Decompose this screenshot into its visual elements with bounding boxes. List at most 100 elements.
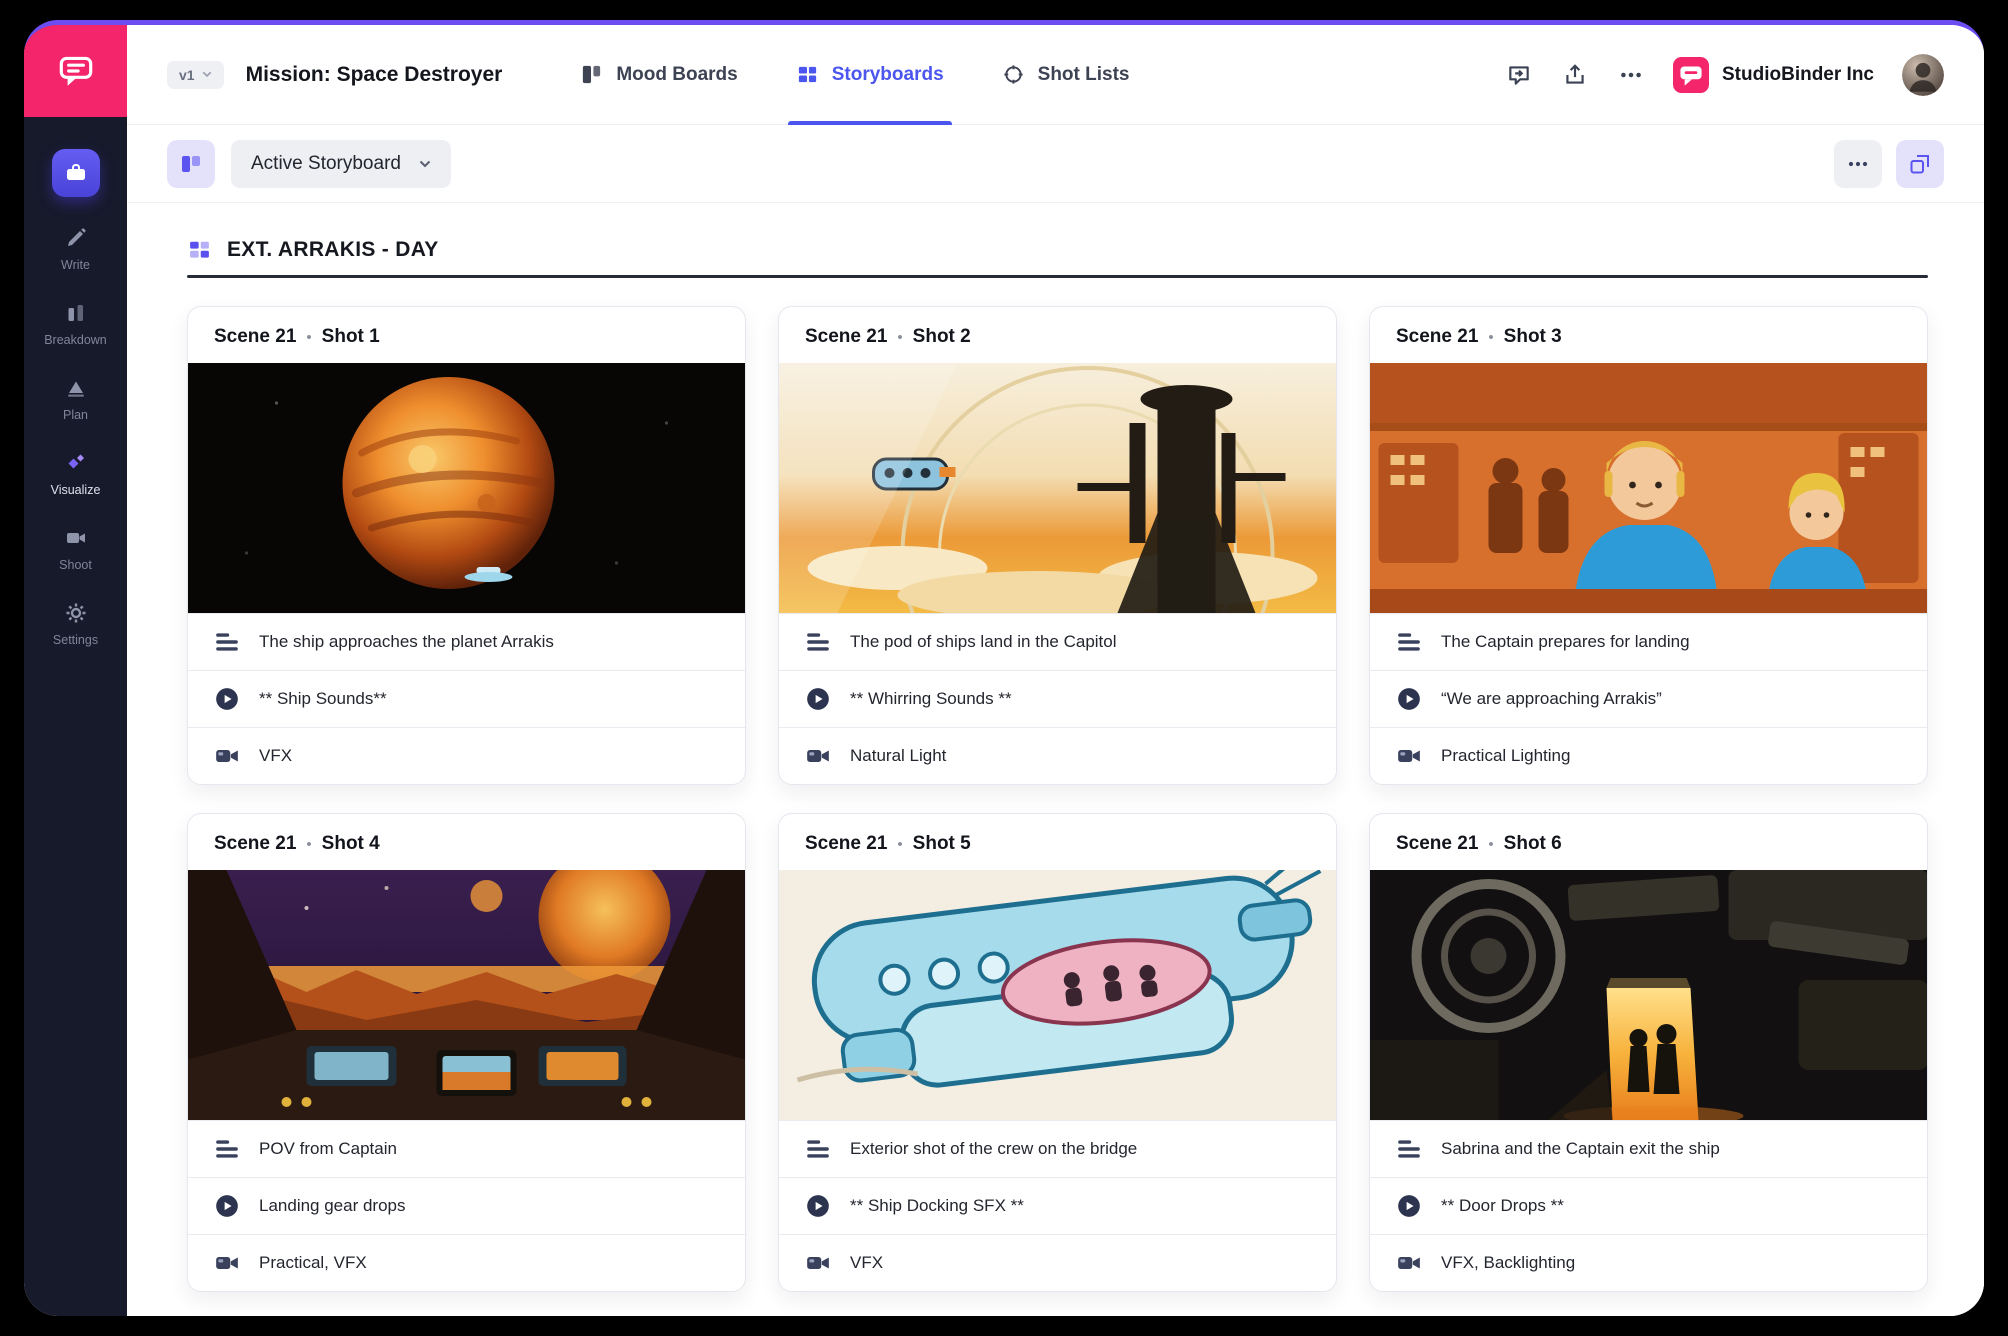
audio-row[interactable]: ** Ship Sounds** [188,670,745,727]
description-row[interactable]: Sabrina and the Captain exit the ship [1370,1120,1927,1177]
storyboard-card[interactable]: Scene 21•Shot 5Exterior shot of the crew… [778,813,1337,1292]
separator-dot: • [897,329,902,346]
storyboard-card[interactable]: Scene 21•Shot 2 The pod of ships land in … [778,306,1337,785]
card-header: Scene 21•Shot 3 [1370,307,1927,363]
storyboard-frame-image [1370,870,1927,1120]
storyboard-card[interactable]: Scene 21•Shot 3 The Captain prepares for … [1369,306,1928,785]
audio-text: ** Ship Docking SFX ** [850,1196,1024,1216]
description-row[interactable]: The ship approaches the planet Arrakis [188,613,745,670]
chevron-down-icon [419,160,431,168]
storyboard-frame-image [779,363,1336,613]
shot-label: Shot 6 [1504,833,1562,855]
shoot-icon [64,526,88,550]
app-window: Write Breakdown Plan Visualize Shoot Settings… [24,20,1984,1316]
card-header: Scene 21•Shot 1 [188,307,745,363]
card-header: Scene 21•Shot 4 [188,814,745,870]
description-text: The Captain prepares for landing [1441,632,1690,652]
play-icon [805,686,831,712]
account[interactable]: StudioBinder Inc [1673,57,1874,93]
avatar-image [1902,54,1944,96]
present-button[interactable] [1896,140,1944,188]
section-title: EXT. ARRAKIS - DAY [227,238,439,262]
audio-row[interactable]: ** Door Drops ** [1370,1177,1927,1234]
view-dropdown-label: Active Storyboard [251,153,401,175]
sidebar-nav: Write Breakdown Plan Visualize Shoot Settings [24,149,127,647]
audio-row[interactable]: Landing gear drops [188,1177,745,1234]
description-row[interactable]: The Captain prepares for landing [1370,613,1927,670]
share-button[interactable] [1561,61,1589,89]
storyboard-frame-image [1370,363,1927,613]
sidebar-item-projects[interactable] [24,149,127,197]
camera-text: Practical, VFX [259,1253,367,1273]
audio-row[interactable]: ** Ship Docking SFX ** [779,1177,1336,1234]
description-text: POV from Captain [259,1139,397,1159]
camera-row[interactable]: VFX [188,727,745,784]
storyboard-card[interactable]: Scene 21•Shot 6Sabrina and the Captain e… [1369,813,1928,1292]
sidebar-item-visualize[interactable]: Visualize [24,451,127,497]
storyboard-view-dropdown[interactable]: Active Storyboard [231,140,451,188]
sidebar-item-plan[interactable]: Plan [24,376,127,422]
version-badge[interactable]: v1 [167,61,224,89]
projects-icon [52,149,100,197]
storyboard-card[interactable]: Scene 21•Shot 4 POV from Captain Landing g… [187,813,746,1292]
storyboard-card[interactable]: Scene 21•Shot 1 The ship approaches the p… [187,306,746,785]
studiobinder-logo[interactable] [24,25,127,117]
audio-text: ** Whirring Sounds ** [850,689,1012,709]
camera-row[interactable]: VFX, Backlighting [1370,1234,1927,1291]
user-avatar[interactable] [1902,54,1944,96]
camera-icon [214,1250,240,1276]
storyboards-icon [796,63,819,86]
comment-icon [1506,62,1532,88]
tab-shot-lists[interactable]: Shot Lists [1002,25,1130,124]
shot-label: Shot 3 [1504,326,1562,348]
camera-icon [805,743,831,769]
camera-text: VFX [850,1253,883,1273]
description-lines-icon [805,1136,831,1162]
board-view-button[interactable] [167,140,215,188]
more-icon [1618,62,1644,88]
description-text: The pod of ships land in the Capitol [850,632,1117,652]
description-row[interactable]: The pod of ships land in the Capitol [779,613,1336,670]
board-icon [179,152,203,176]
more-button[interactable] [1617,61,1645,89]
speech-bubble-icon [55,50,97,92]
audio-row[interactable]: “We are approaching Arrakis” [1370,670,1927,727]
write-icon [64,226,88,250]
mood-boards-icon [580,63,603,86]
more-icon [1846,152,1870,176]
sidebar-item-settings[interactable]: Settings [24,601,127,647]
description-row[interactable]: Exterior shot of the crew on the bridge [779,1120,1336,1177]
grid-icon [187,237,212,262]
description-lines-icon [214,1136,240,1162]
comment-button[interactable] [1505,61,1533,89]
play-icon [1396,686,1422,712]
tab-mood-boards[interactable]: Mood Boards [580,25,737,124]
scene-label: Scene 21 [805,833,887,855]
section-header: EXT. ARRAKIS - DAY [187,237,1928,262]
sidebar-item-shoot[interactable]: Shoot [24,526,127,572]
sidebar-item-write[interactable]: Write [24,226,127,272]
plan-icon [64,376,88,400]
description-lines-icon [1396,629,1422,655]
card-header: Scene 21•Shot 2 [779,307,1336,363]
shot-label: Shot 1 [322,326,380,348]
camera-row[interactable]: Practical, VFX [188,1234,745,1291]
play-icon [1396,1193,1422,1219]
storyboard-frame-image [188,363,745,613]
more-button[interactable] [1834,140,1882,188]
audio-row[interactable]: ** Whirring Sounds ** [779,670,1336,727]
play-icon [214,686,240,712]
sidebar-item-breakdown[interactable]: Breakdown [24,301,127,347]
tab-storyboards[interactable]: Storyboards [796,25,944,124]
sidebar: Write Breakdown Plan Visualize Shoot Settings [24,25,127,1316]
audio-text: ** Door Drops ** [1441,1196,1564,1216]
camera-row[interactable]: VFX [779,1234,1336,1291]
visualize-icon [64,451,88,475]
chevron-down-icon [202,71,212,78]
description-lines-icon [805,629,831,655]
camera-row[interactable]: Practical Lighting [1370,727,1927,784]
storyboard-frame-image [779,870,1336,1120]
description-row[interactable]: POV from Captain [188,1120,745,1177]
header-action-buttons [1505,61,1645,89]
camera-row[interactable]: Natural Light [779,727,1336,784]
